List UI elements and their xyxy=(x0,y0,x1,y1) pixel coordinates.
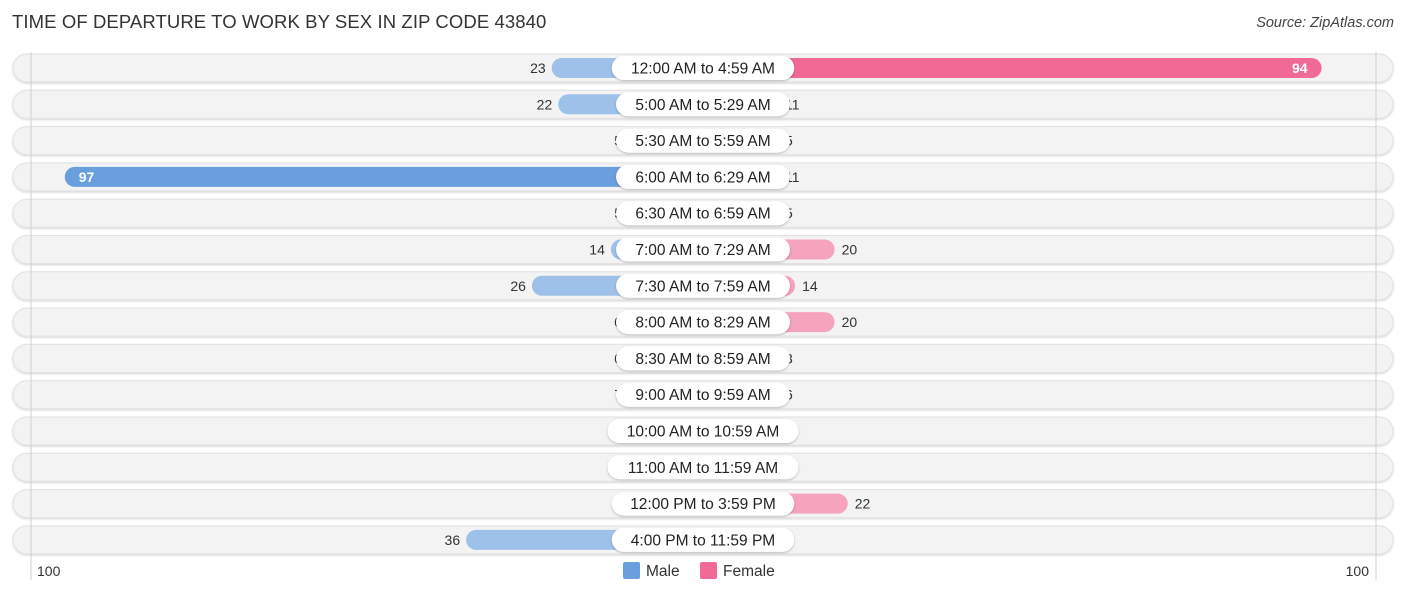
axis-right-label: 100 xyxy=(1346,563,1370,579)
legend-swatch-male xyxy=(623,562,640,579)
category-label: 11:00 AM to 11:59 AM xyxy=(628,460,778,477)
legend: Male Female xyxy=(623,562,775,580)
category-label: 8:00 AM to 8:29 AM xyxy=(635,315,770,332)
category-label: 5:00 AM to 5:29 AM xyxy=(635,97,770,114)
category-label: 12:00 AM to 4:59 AM xyxy=(631,61,775,78)
value-label-male: 23 xyxy=(530,60,546,76)
legend-label-female: Female xyxy=(723,563,775,580)
category-label: 4:00 PM to 11:59 PM xyxy=(631,532,775,549)
value-label-female: 20 xyxy=(842,314,858,330)
category-label: 6:30 AM to 6:59 AM xyxy=(635,206,770,223)
category-label: 5:30 AM to 5:59 AM xyxy=(635,133,770,150)
value-label-female: 94 xyxy=(1292,60,1308,76)
category-label: 9:00 AM to 9:59 AM xyxy=(635,387,770,404)
legend-swatch-female xyxy=(700,562,717,579)
value-label-female: 22 xyxy=(855,496,871,512)
category-label: 12:00 PM to 3:59 PM xyxy=(630,496,776,513)
value-label-male: 14 xyxy=(589,242,605,258)
axis-left-label: 100 xyxy=(37,563,61,579)
value-label-male: 36 xyxy=(445,532,461,548)
category-label: 6:00 AM to 6:29 AM xyxy=(635,169,770,186)
value-label-male: 22 xyxy=(537,96,553,112)
value-label-female: 20 xyxy=(842,242,858,258)
value-label-male: 26 xyxy=(510,278,526,294)
category-label: 8:30 AM to 8:59 AM xyxy=(635,351,770,368)
category-label: 10:00 AM to 10:59 AM xyxy=(627,424,780,441)
value-label-male: 97 xyxy=(79,169,95,185)
bar-female xyxy=(703,58,1322,78)
category-label: 7:00 AM to 7:29 AM xyxy=(635,242,770,259)
legend-label-male: Male xyxy=(646,563,680,580)
chart-svg: 23 9412:00 AM to 4:59 AM22 115:00 AM to 5:… xyxy=(12,52,1394,580)
bar-male xyxy=(64,166,704,187)
value-label-female: 14 xyxy=(802,278,818,294)
category-label: 7:30 AM to 7:59 AM xyxy=(635,278,770,295)
